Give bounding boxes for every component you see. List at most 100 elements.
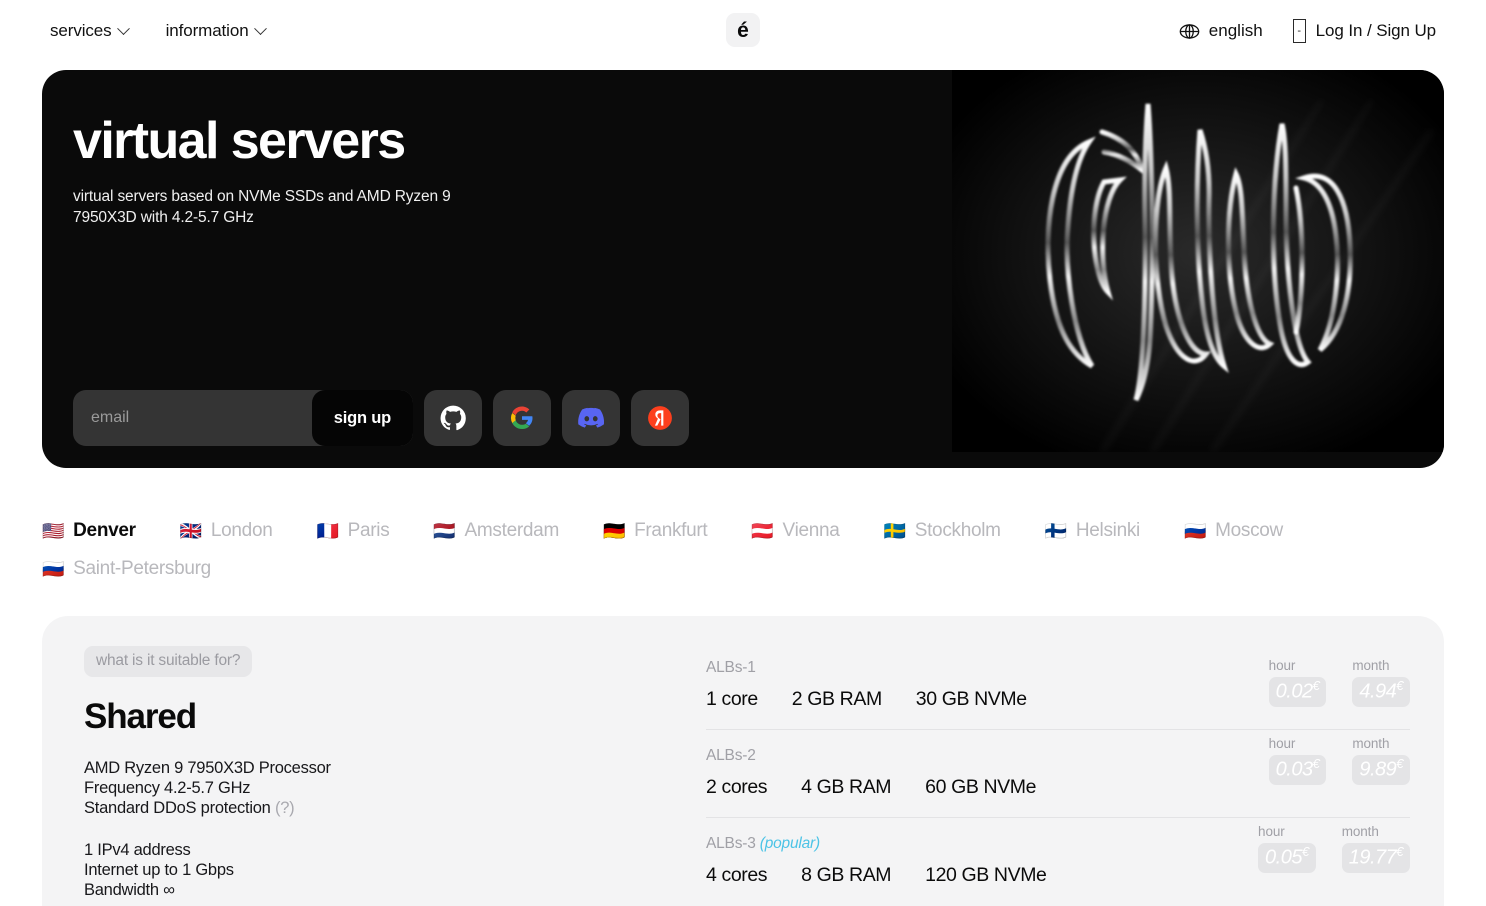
plan-heading: Shared bbox=[84, 697, 197, 736]
location-tab-label: London bbox=[210, 520, 273, 541]
nav-menu-services[interactable]: services bbox=[50, 21, 130, 41]
site-logo[interactable]: é bbox=[726, 13, 760, 47]
hero-title: virtual servers bbox=[73, 112, 406, 170]
location-tab-paris[interactable]: 🇫🇷 Paris bbox=[316, 520, 389, 542]
spec-processor: AMD Ryzen 9 7950X3D Processor bbox=[84, 759, 331, 777]
globe-icon bbox=[1179, 23, 1200, 39]
price-number: 4.94 bbox=[1359, 680, 1397, 703]
spec-ddos-label: Standard DDoS protection bbox=[84, 798, 271, 817]
suitable-for-badge[interactable]: what is it suitable for? bbox=[84, 646, 253, 677]
popular-tag: (popular) bbox=[755, 835, 820, 852]
network-specs: 1 IPv4 address Internet up to 1 Gbps Ban… bbox=[84, 841, 706, 901]
price-number: 9.89 bbox=[1359, 758, 1397, 781]
location-tab-label: Paris bbox=[347, 520, 390, 541]
nav-right-group: english - Log In / Sign Up bbox=[1179, 19, 1436, 43]
nav-menu-information[interactable]: information bbox=[165, 21, 267, 41]
plan-spec-ram: 4 GB RAM bbox=[801, 776, 892, 798]
plan-spec-disk: 30 GB NVMe bbox=[915, 688, 1027, 710]
price-column-hour: hour 0.03€ bbox=[1268, 736, 1327, 785]
price-label-hour: hour bbox=[1268, 658, 1296, 673]
price-value-month: 19.77€ bbox=[1341, 843, 1410, 873]
location-tab-frankfurt[interactable]: 🇩🇪 Frankfurt bbox=[602, 520, 708, 542]
email-input[interactable] bbox=[73, 390, 312, 446]
location-tab-label: Moscow bbox=[1215, 520, 1283, 541]
price-label-month: month bbox=[1352, 736, 1390, 751]
currency-symbol: € bbox=[1312, 756, 1320, 771]
signup-button[interactable]: sign up bbox=[311, 390, 413, 446]
currency-symbol: € bbox=[1312, 678, 1320, 693]
flag-icon: 🇫🇮 bbox=[1044, 521, 1067, 541]
currency-symbol: € bbox=[1396, 756, 1403, 771]
price-label-month: month bbox=[1352, 658, 1390, 673]
flag-icon: 🇷🇺 bbox=[1183, 521, 1207, 541]
spec-ipv4: 1 IPv4 address bbox=[84, 840, 191, 859]
spec-bandwidth: Bandwidth ∞ bbox=[84, 880, 175, 899]
location-tab-label: Amsterdam bbox=[464, 520, 560, 541]
price-number: 0.03 bbox=[1275, 758, 1313, 781]
location-tab-denver[interactable]: 🇺🇸 Denver bbox=[42, 520, 136, 542]
login-signup-label: Log In / Sign Up bbox=[1315, 21, 1436, 40]
flag-icon: 🇦🇹 bbox=[751, 521, 774, 541]
location-tab-amsterdam[interactable]: 🇳🇱 Amsterdam bbox=[433, 520, 559, 542]
top-navigation: services information é english - Log In … bbox=[0, 0, 1486, 62]
location-tab-label: Denver bbox=[73, 520, 136, 541]
plan-price-group: hour 0.05€ month 19.77€ bbox=[1258, 824, 1410, 873]
flag-icon: 🇸🇪 bbox=[883, 521, 906, 541]
price-number: 0.05 bbox=[1265, 846, 1302, 869]
plan-list: ALBs-1 1 core 2 GB RAM 30 GB NVMe hour 0.02€ m… bbox=[706, 646, 1410, 905]
login-signup-button[interactable]: - Log In / Sign Up bbox=[1292, 19, 1436, 43]
language-label: english bbox=[1208, 21, 1263, 40]
plan-price-group: hour 0.02€ month 4.94€ bbox=[1268, 658, 1410, 707]
spec-ddos: Standard DDoS protection (?) bbox=[84, 799, 706, 819]
price-value-hour: 0.05€ bbox=[1258, 843, 1316, 873]
flag-icon: 🇬🇧 bbox=[179, 521, 202, 541]
discord-login-button[interactable] bbox=[562, 390, 620, 446]
email-signup-box: sign up bbox=[73, 390, 413, 446]
github-icon bbox=[440, 405, 466, 431]
plan-name-label: ALBs-2 bbox=[706, 747, 756, 764]
google-login-button[interactable] bbox=[493, 390, 551, 446]
location-tab-moscow[interactable]: 🇷🇺 Moscow bbox=[1184, 520, 1283, 542]
location-tab-label: Saint-Petersburg bbox=[73, 558, 211, 579]
plan-price-group: hour 0.03€ month 9.89€ bbox=[1268, 736, 1410, 785]
github-login-button[interactable] bbox=[424, 390, 482, 446]
ddos-help-icon[interactable]: (?) bbox=[275, 799, 295, 817]
location-tabs: 🇺🇸 Denver 🇬🇧 London 🇫🇷 Paris 🇳🇱 Amsterdam 🇩🇪 Fran… bbox=[42, 520, 1444, 580]
plan-row[interactable]: ALBs-3 (popular) 4 cores 8 GB RAM 120 GB NV… bbox=[706, 817, 1410, 905]
price-number: 19.77 bbox=[1348, 846, 1397, 869]
location-tab-helsinki[interactable]: 🇫🇮 Helsinki bbox=[1044, 520, 1141, 542]
plan-description: what is it suitable for? Shared AMD Ryze… bbox=[66, 646, 706, 905]
location-tab-vienna[interactable]: 🇦🇹 Vienna bbox=[751, 520, 839, 542]
price-value-hour: 0.02€ bbox=[1268, 677, 1327, 707]
plan-panel: what is it suitable for? Shared AMD Ryze… bbox=[42, 616, 1444, 906]
chevron-down-icon bbox=[116, 21, 130, 35]
flag-icon: 🇺🇸 bbox=[42, 521, 65, 541]
nav-menu-information-label: information bbox=[165, 21, 249, 40]
location-tab-saint-petersburg[interactable]: 🇷🇺 Saint-Petersburg bbox=[42, 558, 211, 580]
price-column-month: month 19.77€ bbox=[1341, 824, 1410, 873]
plan-spec-ram: 2 GB RAM bbox=[791, 688, 882, 710]
plan-spec-cores: 2 cores bbox=[706, 776, 768, 798]
hero-subtitle: virtual servers based on NVMe SSDs and A… bbox=[73, 187, 451, 226]
flag-icon: 🇩🇪 bbox=[602, 521, 626, 541]
plan-row[interactable]: ALBs-2 2 cores 4 GB RAM 60 GB NVMe hour 0.03€… bbox=[706, 729, 1410, 817]
location-tab-label: Frankfurt bbox=[634, 520, 708, 541]
price-label-hour: hour bbox=[1268, 736, 1296, 751]
plan-row[interactable]: ALBs-1 1 core 2 GB RAM 30 GB NVMe hour 0.02€ m… bbox=[706, 652, 1410, 729]
chevron-down-icon bbox=[253, 21, 267, 35]
nav-menu-group: services information bbox=[50, 21, 267, 41]
location-tab-label: Helsinki bbox=[1075, 520, 1140, 541]
discord-icon bbox=[578, 407, 604, 428]
currency-symbol: € bbox=[1396, 844, 1403, 859]
yandex-icon bbox=[648, 406, 672, 430]
plan-name-label: ALBs-3 bbox=[706, 835, 756, 852]
plan-spec-disk: 120 GB NVMe bbox=[925, 864, 1047, 886]
language-selector[interactable]: english bbox=[1179, 21, 1263, 42]
location-tab-label: Stockholm bbox=[914, 520, 1001, 541]
currency-symbol: € bbox=[1396, 678, 1403, 693]
yandex-login-button[interactable] bbox=[631, 390, 689, 446]
location-tab-london[interactable]: 🇬🇧 London bbox=[180, 520, 273, 542]
hero-signup-row: sign up bbox=[73, 390, 689, 446]
hero-banner: virtual servers virtual servers based on… bbox=[42, 70, 1444, 468]
location-tab-stockholm[interactable]: 🇸🇪 Stockholm bbox=[884, 520, 1001, 542]
